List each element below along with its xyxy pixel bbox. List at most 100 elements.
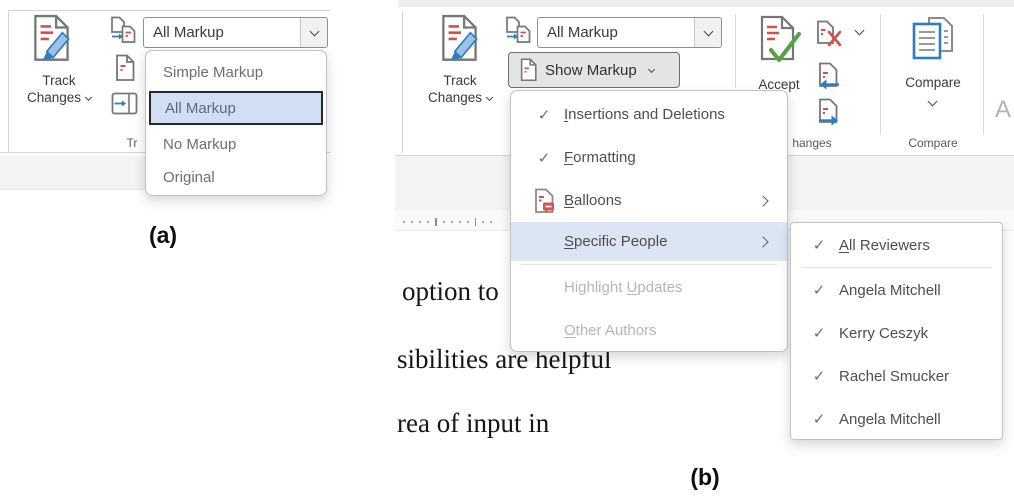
changes-group-label-cut: hanges [786,136,838,150]
compare-button[interactable]: Compare [900,12,966,134]
caption-a: (a) [128,222,198,249]
track-changes-label-1: Track [417,72,503,89]
reject-button[interactable] [815,20,843,50]
menu-item-label: All Markup [151,100,236,117]
menu-item-label: Specific People [564,233,667,250]
menu-item-no-markup[interactable]: No Markup [149,126,323,162]
display-for-review-combo[interactable]: All Markup [143,17,328,48]
next-change-icon [815,98,843,128]
group-divider [983,14,984,135]
check-icon: ✓ [813,324,826,342]
menu-item-other-authors[interactable]: Other Authors [511,309,787,352]
submenu-item-label: All Reviewers [839,237,930,254]
reviewing-pane-icon [111,92,138,116]
track-changes-button[interactable]: Track Changes [417,12,503,118]
submenu-item-label: Rachel Smucker [839,368,949,385]
combo-dropdown-button[interactable] [694,18,721,47]
check-icon: ✓ [813,410,826,428]
reject-icon [815,20,843,49]
menu-item-label: Other Authors [564,322,657,339]
menu-separator [801,267,992,268]
submenu-arrow-icon [757,236,768,247]
ribbon-top-border [8,10,330,11]
balloons-icon [533,188,556,214]
group-divider [735,14,736,88]
display-for-review-combo[interactable]: All Markup [537,17,722,48]
menu-item-label: Highlight Updates [564,279,682,296]
display-for-review-value: All Markup [538,24,694,41]
next-change-button[interactable] [815,98,843,130]
chevron-down-icon [309,26,319,36]
panel-a: Track Changes [0,0,345,260]
display-for-review-value: All Markup [144,24,300,41]
menu-item-label: Original [149,169,215,186]
show-markup-doc-icon [519,58,538,82]
show-markup-button[interactable]: Show Markup [508,52,680,88]
reviewers-submenu: ✓ All Reviewers ✓ Angela Mitchell ✓ Kerr… [790,222,1003,440]
reviewing-pane-button[interactable] [111,92,139,118]
ribbon-left-border [402,11,403,153]
submenu-item-all-reviewers[interactable]: ✓ All Reviewers [791,225,1002,265]
menu-item-label: Formatting [564,149,636,166]
partial-next-group-letter: A [995,96,1011,124]
menu-item-insertions-and-deletions[interactable]: ✓ Insertions and Deletions [511,93,787,136]
submenu-arrow-icon [757,195,768,206]
accept-button[interactable]: Accept [753,12,805,98]
display-for-review-icon-button[interactable] [110,16,138,46]
combo-dropdown-button[interactable] [300,18,327,47]
menu-item-original[interactable]: Original [149,159,323,195]
submenu-item-reviewer[interactable]: ✓ Angela Mitchell [791,269,1002,311]
ruler-ticks [403,218,492,226]
submenu-item-reviewer[interactable]: ✓ Angela Mitchell [791,398,1002,440]
display-for-review-icon [505,16,533,44]
compare-icon [910,14,956,64]
submenu-item-reviewer[interactable]: ✓ Rachel Smucker [791,355,1002,397]
menu-item-label: Insertions and Deletions [564,106,725,123]
chevron-down-icon [703,26,713,36]
menu-item-specific-people[interactable]: Specific People [511,222,787,261]
display-for-review-icon-button[interactable] [505,16,533,46]
menu-item-simple-markup[interactable]: Simple Markup [149,54,323,90]
previous-change-icon [815,62,843,92]
submenu-item-reviewer[interactable]: ✓ Kerry Ceszyk [791,312,1002,354]
menu-item-all-markup[interactable]: All Markup [149,91,323,125]
check-icon: ✓ [813,367,826,385]
panel-b: option to sibilities are helpful rea of … [395,0,1014,504]
compare-label: Compare [900,74,966,91]
menu-item-highlight-updates[interactable]: Highlight Updates [511,266,787,309]
tracking-group-label-cut: Tr [122,136,142,150]
menu-item-label: Simple Markup [149,64,263,81]
check-icon: ✓ [813,281,826,299]
previous-change-button[interactable] [815,62,843,94]
chevron-down-icon [648,65,655,72]
document-line: rea of input in [397,408,549,439]
track-changes-label-2: Changes [27,90,81,105]
track-changes-label-1: Track [16,72,102,89]
track-changes-icon [29,14,75,68]
menu-separator [521,264,777,265]
reject-dropdown-chevron-icon[interactable] [855,26,865,36]
show-markup-doc-icon [114,54,136,82]
show-markup-icon-button[interactable] [114,54,138,84]
check-icon: ✓ [538,106,551,124]
compare-group-label: Compare [900,136,966,150]
group-divider [880,14,881,135]
check-icon: ✓ [538,149,551,167]
caption-b: (b) [670,464,740,491]
figure-stage: Track Changes [0,0,1014,504]
submenu-item-label: Angela Mitchell [839,411,941,428]
chevron-down-icon [85,94,92,101]
track-changes-icon [437,14,483,68]
menu-item-formatting[interactable]: ✓ Formatting [511,136,787,179]
check-icon: ✓ [813,236,826,254]
menu-item-balloons[interactable]: Balloons [511,179,787,222]
submenu-item-label: Kerry Ceszyk [839,325,928,342]
display-for-review-dropdown: Simple Markup All Markup No Markup Origi… [145,50,327,196]
submenu-item-label: Angela Mitchell [839,282,941,299]
track-changes-button[interactable]: Track Changes [16,12,102,118]
display-for-review-icon [110,16,138,44]
document-line: option to [402,276,499,307]
accept-icon [756,14,802,70]
chevron-down-icon [486,94,493,101]
show-markup-button-label: Show Markup [545,62,637,79]
